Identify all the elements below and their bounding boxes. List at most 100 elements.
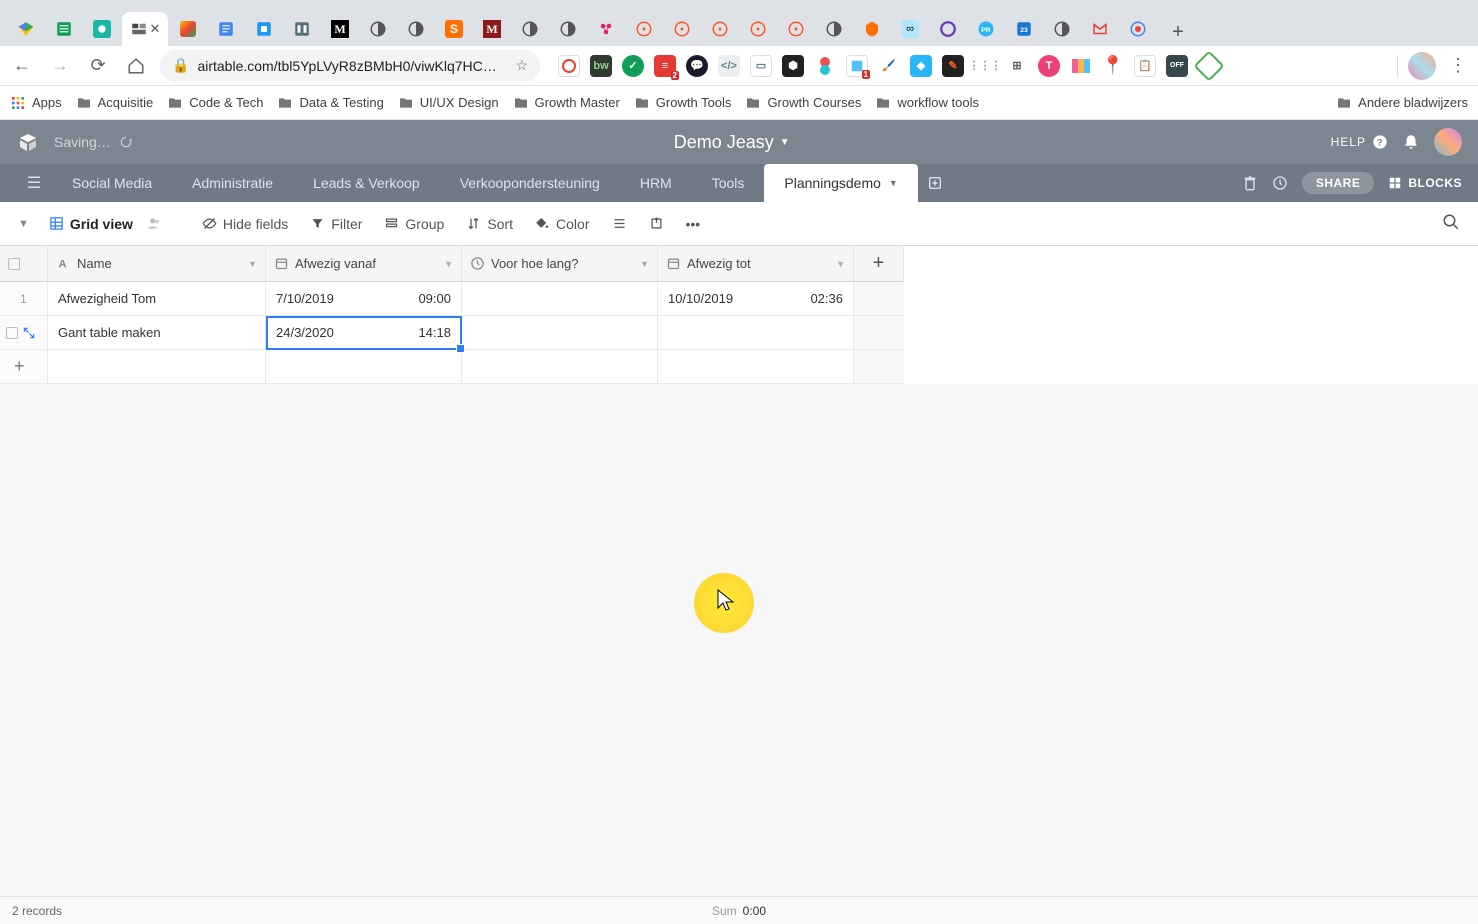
- add-row-button[interactable]: +: [0, 350, 48, 384]
- notifications-icon[interactable]: [1402, 133, 1420, 151]
- extension-icon[interactable]: 📍: [1102, 55, 1124, 77]
- back-button[interactable]: ←: [8, 52, 36, 80]
- address-bar[interactable]: 🔒 airtable.com/tbl5YpLVyR8zBMbH0/viwKlq7…: [160, 50, 540, 82]
- summary-cell[interactable]: Sum 0:00: [712, 904, 766, 918]
- view-switcher[interactable]: Grid view: [41, 212, 141, 236]
- extension-icon[interactable]: OFF: [1166, 55, 1188, 77]
- extension-icon[interactable]: 🖌️: [878, 55, 900, 77]
- browser-tab[interactable]: [360, 12, 396, 46]
- bookmark-folder[interactable]: Growth Tools: [634, 95, 732, 111]
- blocks-button[interactable]: BLOCKS: [1388, 176, 1462, 190]
- browser-tab[interactable]: [8, 12, 44, 46]
- airtable-logo-icon[interactable]: [16, 130, 40, 154]
- extension-icon[interactable]: [1070, 55, 1092, 77]
- browser-tab[interactable]: PR: [968, 12, 1004, 46]
- collaborators-icon[interactable]: [147, 216, 162, 231]
- column-header-afwezig-tot[interactable]: Afwezig tot▼: [658, 246, 854, 282]
- browser-tab[interactable]: [626, 12, 662, 46]
- filter-button[interactable]: Filter: [302, 212, 370, 236]
- extension-icon[interactable]: </>: [718, 55, 740, 77]
- bookmark-folder[interactable]: Growth Courses: [745, 95, 861, 111]
- browser-tab[interactable]: [208, 12, 244, 46]
- browser-tab[interactable]: [816, 12, 852, 46]
- browser-tab[interactable]: [930, 12, 966, 46]
- hide-fields-button[interactable]: Hide fields: [194, 212, 296, 236]
- add-table-button[interactable]: [918, 164, 952, 202]
- browser-tab[interactable]: [84, 12, 120, 46]
- column-header-voor-hoe-lang[interactable]: Voor hoe lang?▼: [462, 246, 658, 282]
- help-button[interactable]: HELP ?: [1331, 134, 1388, 150]
- profile-avatar[interactable]: [1408, 52, 1436, 80]
- search-button[interactable]: [1436, 207, 1466, 240]
- collapse-sidebar-icon[interactable]: ▼: [12, 218, 35, 230]
- user-avatar[interactable]: [1434, 128, 1462, 156]
- close-tab-icon[interactable]: ✕: [150, 21, 161, 37]
- extension-icon[interactable]: 1: [846, 55, 868, 77]
- row-number[interactable]: 1: [0, 282, 48, 316]
- table-tab[interactable]: Leads & Verkoop: [293, 164, 440, 202]
- cell-voor-hoe-lang[interactable]: [462, 316, 658, 350]
- table-tab[interactable]: Social Media: [52, 164, 172, 202]
- browser-tab[interactable]: [702, 12, 738, 46]
- apps-button[interactable]: Apps: [10, 95, 62, 111]
- tables-menu-icon[interactable]: ☰: [16, 164, 52, 202]
- browser-tab[interactable]: ∞: [892, 12, 928, 46]
- bookmark-folder[interactable]: UI/UX Design: [398, 95, 499, 111]
- browser-tab[interactable]: [664, 12, 700, 46]
- chevron-down-icon[interactable]: ▼: [889, 178, 898, 188]
- extension-icon[interactable]: ⬢: [782, 55, 804, 77]
- browser-menu-icon[interactable]: ⋮: [1446, 55, 1470, 76]
- color-button[interactable]: Color: [527, 212, 597, 236]
- browser-tab[interactable]: [46, 12, 82, 46]
- browser-tab[interactable]: [1082, 12, 1118, 46]
- chevron-down-icon[interactable]: ▼: [640, 259, 649, 269]
- browser-tab-active[interactable]: ✕: [122, 12, 168, 46]
- extension-icon[interactable]: ⋮⋮⋮: [974, 55, 996, 77]
- browser-tab[interactable]: [1120, 12, 1156, 46]
- table-tab[interactable]: HRM: [620, 164, 692, 202]
- extension-icon[interactable]: [558, 55, 580, 77]
- extension-icon[interactable]: [814, 55, 836, 77]
- extension-icon[interactable]: [1193, 50, 1224, 81]
- chevron-down-icon[interactable]: ▼: [248, 259, 257, 269]
- table-tab[interactable]: Administratie: [172, 164, 293, 202]
- browser-tab[interactable]: [778, 12, 814, 46]
- select-all-header[interactable]: [0, 246, 48, 282]
- share-view-button[interactable]: [641, 212, 672, 235]
- extension-icon[interactable]: bw: [590, 55, 612, 77]
- browser-tab[interactable]: [588, 12, 624, 46]
- forward-button[interactable]: →: [46, 52, 74, 80]
- cell-afwezig-tot[interactable]: 10/10/201902:36: [658, 282, 854, 316]
- bookmark-folder[interactable]: Acquisitie: [76, 95, 154, 111]
- row-height-button[interactable]: [604, 212, 635, 235]
- trash-icon[interactable]: [1242, 175, 1258, 191]
- more-options-button[interactable]: •••: [678, 212, 709, 236]
- chevron-down-icon[interactable]: ▼: [444, 259, 453, 269]
- checkbox-icon[interactable]: [8, 258, 20, 270]
- table-tab-active[interactable]: Planningsdemo▼: [764, 164, 917, 202]
- browser-tab[interactable]: 23: [1006, 12, 1042, 46]
- bookmark-folder[interactable]: Code & Tech: [167, 95, 263, 111]
- browser-tab[interactable]: [512, 12, 548, 46]
- other-bookmarks[interactable]: Andere bladwijzers: [1336, 95, 1468, 111]
- extension-icon[interactable]: ⊞: [1006, 55, 1028, 77]
- extension-icon[interactable]: ✓: [622, 55, 644, 77]
- sort-button[interactable]: Sort: [458, 212, 521, 236]
- group-button[interactable]: Group: [376, 212, 452, 236]
- reload-button[interactable]: ⟳: [84, 52, 112, 80]
- browser-tab[interactable]: [854, 12, 890, 46]
- table-tab[interactable]: Tools: [692, 164, 765, 202]
- expand-record-icon[interactable]: [22, 326, 36, 340]
- cell-afwezig-tot[interactable]: [658, 316, 854, 350]
- table-tab[interactable]: Verkoopondersteuning: [440, 164, 620, 202]
- cell-afwezig-vanaf[interactable]: 7/10/201909:00: [266, 282, 462, 316]
- add-column-button[interactable]: +: [854, 246, 904, 282]
- browser-tab[interactable]: [740, 12, 776, 46]
- extension-icon[interactable]: 📋: [1134, 55, 1156, 77]
- new-tab-button[interactable]: +: [1164, 18, 1192, 46]
- cell-voor-hoe-lang[interactable]: [462, 282, 658, 316]
- extension-icon[interactable]: 💬: [686, 55, 708, 77]
- bookmark-folder[interactable]: workflow tools: [875, 95, 979, 111]
- home-button[interactable]: [122, 52, 150, 80]
- browser-tab[interactable]: [284, 12, 320, 46]
